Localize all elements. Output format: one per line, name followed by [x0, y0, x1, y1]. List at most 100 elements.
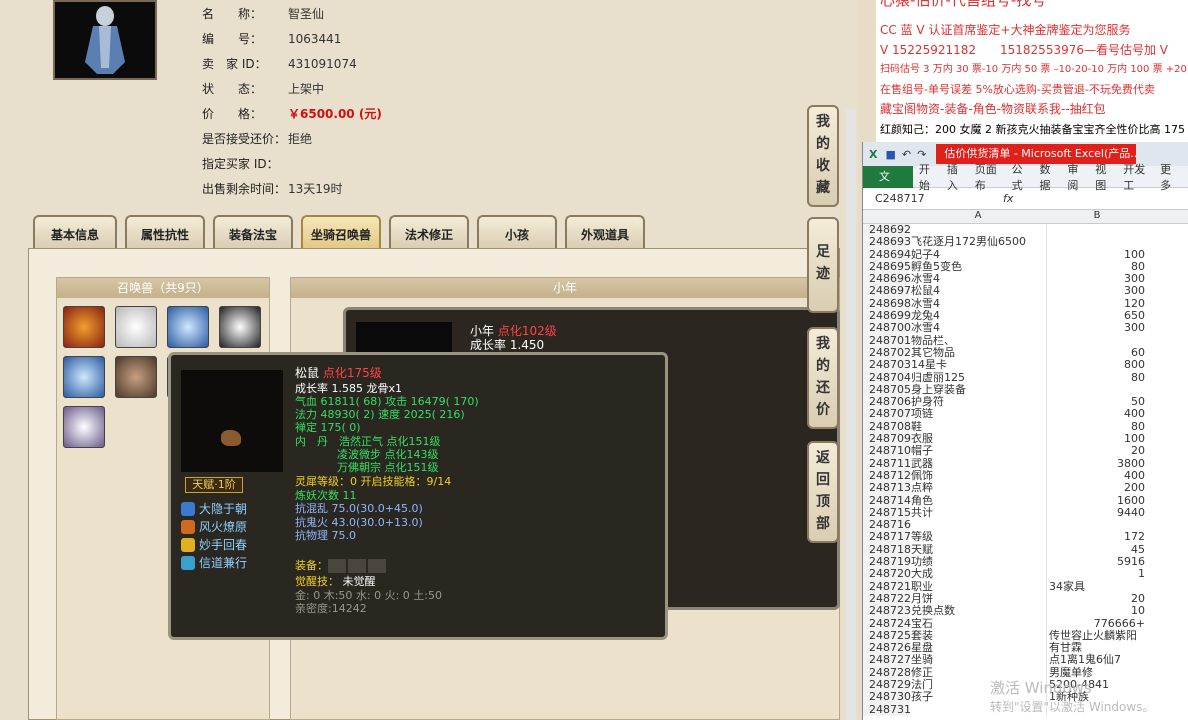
table-row[interactable]: 248727 坐骑 点1离1鬼6仙7: [863, 654, 1188, 667]
table-row[interactable]: 248725 套装 传世容止火麟紫阳: [863, 629, 1188, 643]
cell-b[interactable]: 1600: [1047, 494, 1147, 507]
favorites-button[interactable]: 我的收藏: [807, 105, 839, 207]
table-row[interactable]: 248724 宝石 776666+: [863, 617, 1188, 630]
redo-icon[interactable]: ↷: [917, 148, 926, 161]
cell-a[interactable]: 冰雪4: [909, 322, 1047, 335]
ribbon-view[interactable]: 视图: [1095, 161, 1113, 193]
cell-b[interactable]: 776666+: [1047, 617, 1147, 630]
pet-slot[interactable]: [219, 306, 261, 348]
cell-a[interactable]: [909, 224, 1047, 237]
cell-a[interactable]: 松鼠4: [909, 285, 1047, 298]
cell-a[interactable]: 孵鱼5变色: [909, 260, 1047, 274]
table-row[interactable]: 248697 松鼠4 300: [863, 285, 1188, 298]
cell-a[interactable]: 共计: [909, 506, 1047, 520]
cell-a[interactable]: 大成: [909, 568, 1047, 581]
cell-a[interactable]: 坐骑: [909, 654, 1047, 667]
cell-b[interactable]: [1047, 224, 1147, 236]
cell-a[interactable]: 归虚丽125: [909, 371, 1047, 384]
skill-item[interactable]: 风火燎原: [181, 518, 247, 535]
cell-a[interactable]: 星盘: [909, 642, 1047, 655]
table-row[interactable]: 248707 项链 400: [863, 408, 1188, 421]
ribbon-more[interactable]: 更多: [1160, 161, 1178, 193]
cell-a[interactable]: [909, 519, 1047, 532]
tab-children[interactable]: 小孩: [477, 215, 557, 249]
ribbon-developer[interactable]: 开发工: [1123, 161, 1150, 193]
cell-b[interactable]: 400: [1047, 408, 1147, 421]
cell-a[interactable]: 项链: [909, 408, 1047, 421]
cell-b[interactable]: [1047, 236, 1147, 248]
cell-a[interactable]: 月饼: [909, 592, 1047, 606]
equip-slot[interactable]: [368, 559, 386, 573]
cell-a[interactable]: 帽子: [909, 445, 1047, 458]
ribbon-insert[interactable]: 插入: [947, 161, 965, 193]
column-b-header[interactable]: B: [1047, 210, 1147, 223]
name-box[interactable]: C248717: [863, 192, 973, 205]
equip-slot[interactable]: [328, 559, 346, 573]
cell-b[interactable]: 300: [1047, 285, 1147, 298]
cell-a[interactable]: 宝石: [909, 617, 1047, 630]
table-row[interactable]: 248720 大成 1: [863, 568, 1188, 581]
cell-a[interactable]: 佩饰: [909, 469, 1047, 483]
pet-slot[interactable]: [115, 356, 157, 398]
table-row[interactable]: 248726 星盘 有甘霖: [863, 641, 1188, 655]
cell-b[interactable]: 20: [1047, 445, 1147, 458]
cell-b[interactable]: 200: [1047, 481, 1147, 494]
cell-b[interactable]: 800: [1047, 358, 1147, 371]
table-row[interactable]: 248700 冰雪4 300: [863, 322, 1188, 335]
tab-equipment[interactable]: 装备法宝: [213, 215, 293, 249]
history-button[interactable]: 足迹: [807, 217, 839, 313]
cell-b[interactable]: 10: [1047, 604, 1147, 617]
cell-a[interactable]: 等级: [909, 531, 1047, 544]
cell-a[interactable]: 身上穿装备: [909, 383, 1047, 397]
ribbon-file[interactable]: 文件: [863, 165, 913, 205]
cell-b[interactable]: 点1离1鬼6仙7: [1047, 654, 1147, 667]
tab-basic-info[interactable]: 基本信息: [33, 215, 117, 249]
cell-b[interactable]: 172: [1047, 531, 1147, 544]
table-row[interactable]: 248714 角色 1600: [863, 494, 1188, 507]
cell-a[interactable]: 点粹: [909, 482, 1047, 495]
skill-item[interactable]: 大隐于朝: [181, 500, 247, 517]
tab-attributes[interactable]: 属性抗性: [125, 215, 205, 249]
cell-a[interactable]: 飞花逐月172男仙6500: [909, 236, 1047, 249]
cell-a[interactable]: 衣服: [909, 433, 1047, 446]
table-row[interactable]: 248715 共计 9440: [863, 506, 1188, 520]
my-offers-button[interactable]: 我的还价: [807, 327, 839, 429]
back-to-top-button[interactable]: 返回顶部: [807, 441, 839, 543]
cell-a[interactable]: 其它物品: [909, 346, 1047, 360]
table-row[interactable]: 248723 兑换点数 10: [863, 604, 1188, 618]
pet-slot[interactable]: [63, 306, 105, 348]
tab-appearance[interactable]: 外观道具: [565, 215, 645, 249]
ribbon-review[interactable]: 审阅: [1067, 161, 1085, 193]
cell-b[interactable]: 1: [1047, 568, 1147, 581]
cell-b[interactable]: 300: [1047, 322, 1147, 335]
ribbon-data[interactable]: 数据: [1039, 161, 1057, 193]
pet-slot[interactable]: [167, 306, 209, 348]
pet-slot[interactable]: [63, 356, 105, 398]
tab-spell-mods[interactable]: 法术修正: [389, 215, 469, 249]
cell-a[interactable]: 兑换点数: [909, 605, 1047, 618]
tab-mounts-pets[interactable]: 坐骑召唤兽: [301, 215, 381, 249]
table-row[interactable]: 248713 点粹 200: [863, 481, 1188, 495]
cell-b[interactable]: 5916: [1047, 555, 1147, 568]
cell-a[interactable]: 天赋: [909, 543, 1047, 557]
save-icon[interactable]: ■: [885, 148, 895, 161]
equip-slot[interactable]: [348, 559, 366, 573]
scrollbar[interactable]: [846, 110, 856, 720]
table-row[interactable]: 248692: [863, 223, 1188, 237]
table-row[interactable]: 248710 帽子 20: [863, 445, 1188, 458]
table-row[interactable]: 248693 飞花逐月172男仙6500: [863, 235, 1188, 249]
skill-item[interactable]: 妙手回春: [181, 536, 247, 553]
cell-a[interactable]: 冰雪4: [909, 273, 1047, 286]
table-row[interactable]: 248717 等级 172: [863, 531, 1188, 544]
cell-a[interactable]: 角色: [909, 494, 1047, 507]
cell-a[interactable]: 护身符: [909, 396, 1047, 409]
table-row[interactable]: 248703 14星卡 800: [863, 358, 1188, 372]
cell-a[interactable]: 套装: [909, 629, 1047, 643]
cell-a[interactable]: 14星卡: [909, 359, 1047, 372]
ribbon-home[interactable]: 开始: [919, 161, 937, 193]
ribbon-formulas[interactable]: 公式: [1012, 161, 1030, 193]
cell-b[interactable]: 80: [1047, 371, 1147, 384]
cell-a[interactable]: 武器: [909, 457, 1047, 470]
cell-a[interactable]: 职业: [909, 580, 1047, 593]
pet-slot[interactable]: [115, 306, 157, 348]
